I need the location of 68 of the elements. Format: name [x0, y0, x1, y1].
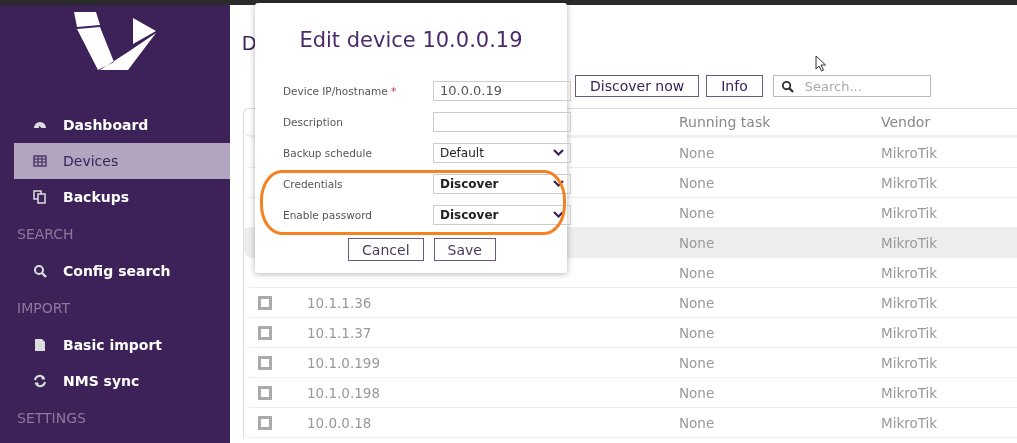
- vendor-cell-text: MikroTik: [881, 354, 939, 371]
- section-heading: SEARCH: [16, 225, 75, 244]
- column-header: Vendor: [881, 114, 932, 130]
- chevron-icon: [553, 211, 564, 218]
- task-cell-text: None: [679, 264, 716, 281]
- input-field[interactable]: 10.0.0.19: [433, 80, 571, 101]
- vendor-cell-text: MikroTik: [881, 204, 939, 221]
- vendor-cell-text: MikroTik: [881, 414, 939, 431]
- dialog-button[interactable]: Save: [433, 238, 496, 261]
- dialog-title: Edit device 10.0.0.19: [298, 27, 524, 54]
- row-checkbox[interactable]: [258, 295, 272, 310]
- field-label: Backup schedule: [283, 146, 373, 159]
- task-cell-text: None: [679, 384, 716, 401]
- ip-cell-text: 10.1.0.199: [306, 354, 381, 371]
- task-cell-text: None: [679, 144, 716, 161]
- copy-icon: [33, 190, 47, 204]
- field-label: Enable password: [283, 208, 373, 221]
- search-icon: [33, 264, 47, 278]
- vendor-cell-text: MikroTik: [881, 324, 939, 341]
- task-cell-text: None: [679, 294, 716, 311]
- row-checkbox[interactable]: [258, 325, 272, 340]
- table-icon: [33, 154, 47, 168]
- chevron-icon: [553, 149, 564, 156]
- select-field[interactable]: Default: [433, 142, 571, 163]
- toolbar-button[interactable]: Discover now: [575, 75, 700, 97]
- vendor-cell-text: MikroTik: [881, 264, 939, 281]
- vendor-cell-text: MikroTik: [881, 384, 939, 401]
- page-title: D: [242, 30, 257, 55]
- chevron-icon: [553, 180, 564, 187]
- sidebar-item[interactable]: Dashboard: [0, 107, 230, 143]
- dialog-button[interactable]: Cancel: [348, 238, 424, 261]
- section-heading: IMPORT: [16, 299, 71, 318]
- search-icon: [780, 80, 794, 93]
- task-cell-text: None: [679, 324, 716, 341]
- vendor-cell-text: MikroTik: [881, 174, 939, 191]
- vendor-cell-text: MikroTik: [881, 234, 939, 251]
- sync-icon: [33, 374, 47, 388]
- section-heading: SETTINGS: [16, 409, 87, 428]
- task-cell-text: None: [679, 234, 716, 251]
- select-field[interactable]: Discover: [433, 173, 571, 194]
- sidebar-item[interactable]: Basic import: [0, 327, 230, 363]
- task-cell-text: None: [679, 204, 716, 221]
- input-field[interactable]: [433, 111, 571, 132]
- vendor-cell-text: MikroTik: [881, 294, 939, 311]
- sidebar-item[interactable]: Devices: [14, 143, 230, 179]
- ip-cell-text: 10.0.0.18: [306, 414, 373, 431]
- field-label: Description: [283, 115, 344, 128]
- toolbar-button[interactable]: Info: [706, 75, 763, 97]
- cursor-icon: [815, 55, 827, 72]
- vendor-cell-text: MikroTik: [881, 144, 939, 161]
- document-icon: [33, 338, 47, 352]
- ip-cell-text: 10.1.0.198: [306, 384, 381, 401]
- search-field[interactable]: Search...: [772, 75, 931, 97]
- task-cell-text: None: [679, 174, 716, 191]
- row-checkbox[interactable]: [258, 385, 272, 400]
- sidebar-item[interactable]: NMS sync: [0, 363, 230, 399]
- sidebar-item[interactable]: Backups: [0, 179, 230, 215]
- column-header: Running task: [679, 114, 772, 130]
- sidebar-item[interactable]: Config search: [0, 253, 230, 289]
- select-field[interactable]: Discover: [433, 204, 571, 225]
- field-label: Device IP/hostname *: [283, 84, 398, 97]
- task-cell-text: None: [679, 354, 716, 371]
- row-checkbox[interactable]: [258, 415, 272, 430]
- ip-cell-text: 10.1.1.37: [306, 324, 373, 341]
- row-checkbox[interactable]: [258, 355, 272, 370]
- task-cell-text: None: [679, 414, 716, 431]
- ip-cell-text: 10.1.1.36: [306, 294, 373, 311]
- field-label: Credentials: [283, 177, 344, 190]
